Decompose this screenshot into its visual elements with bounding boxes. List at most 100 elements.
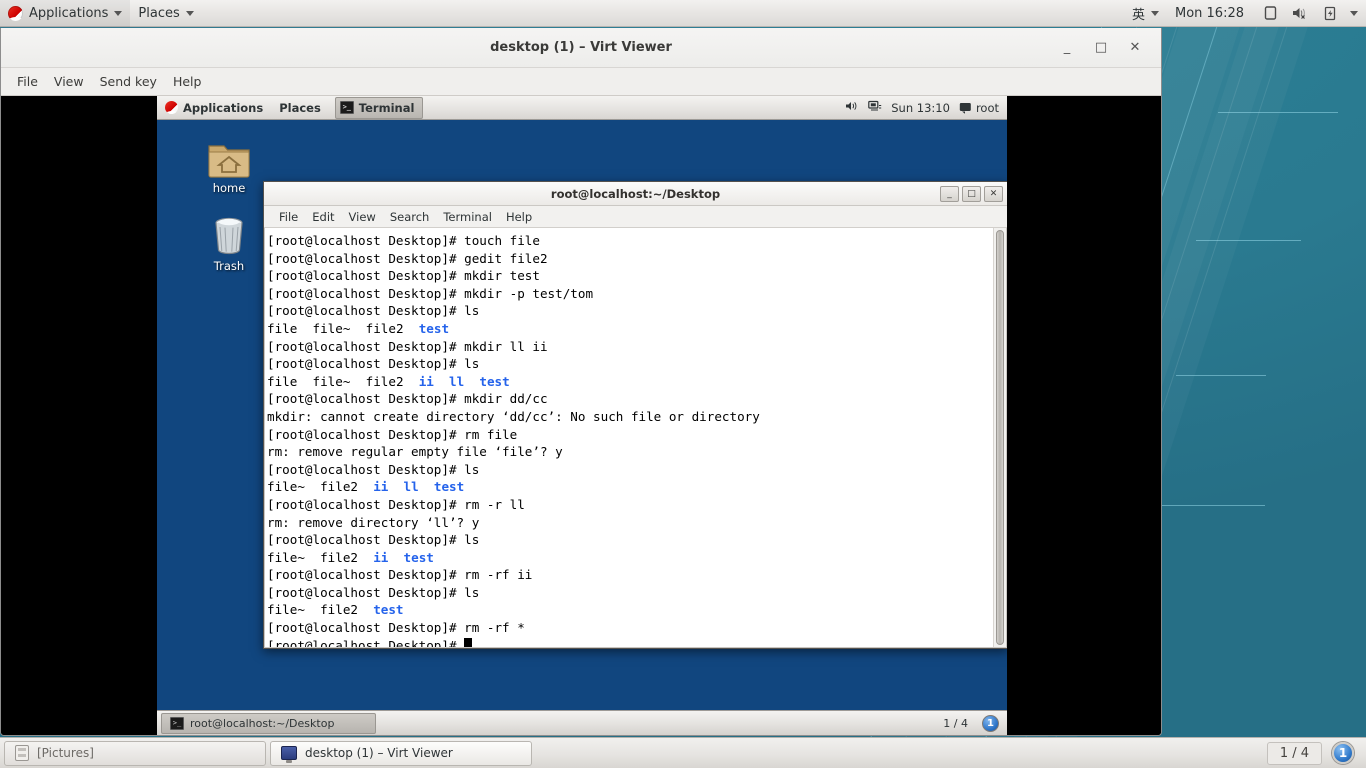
menu-view[interactable]: View [342, 208, 383, 226]
close-button[interactable]: ✕ [1127, 40, 1143, 56]
virt-viewer-menubar: File View Send key Help [1, 68, 1161, 96]
terminal-body: [root@localhost Desktop]# touch file [ro… [264, 228, 1007, 648]
host-top-panel: Applications Places 英 Mon 16:28 [0, 0, 1366, 27]
menu-terminal[interactable]: Terminal [436, 208, 499, 226]
terminal-command: ls [464, 303, 480, 319]
host-taskbar-item-label: desktop (1) – Virt Viewer [305, 746, 453, 760]
guest-user-menu[interactable]: root [959, 101, 999, 115]
terminal-dir-entry: test [373, 602, 404, 618]
terminal-file-entry: file~ [312, 320, 351, 336]
terminal-prompt: [root@localhost Desktop]# [267, 391, 465, 407]
desktop-icon-trash[interactable]: Trash [193, 210, 265, 273]
terminal-command: ls [464, 356, 480, 372]
host-taskbar-item-label: [Pictures] [37, 746, 94, 760]
terminal-command: mkdir -p test/tom [464, 285, 594, 301]
desktop-icon-label: home [212, 181, 246, 195]
network-icon[interactable] [868, 100, 882, 115]
host-taskbar-item-pictures[interactable]: [Pictures] [4, 740, 266, 766]
host-applications-menu[interactable]: Applications [0, 0, 131, 27]
terminal-command: rm file [464, 426, 518, 442]
wallpaper-accent-line [1176, 375, 1266, 376]
terminal-file-entry: file [267, 373, 298, 389]
terminal-command: mkdir test [464, 268, 540, 284]
terminal-scrollbar[interactable] [993, 228, 1006, 647]
guest-applications-menu[interactable]: Applications [157, 96, 271, 120]
virt-viewer-titlebar[interactable]: desktop (1) – Virt Viewer _ □ ✕ [1, 28, 1161, 68]
battery-charging-icon [1320, 3, 1340, 23]
terminal-file-entry: file~ [267, 549, 305, 565]
wallpaper-accent-line [1218, 112, 1338, 113]
terminal-prompt: [root@localhost Desktop]# [267, 250, 465, 266]
terminal-menubar: File Edit View Search Terminal Help [264, 206, 1007, 228]
user-icon [959, 102, 971, 114]
desktop-icon-home[interactable]: home [193, 132, 265, 195]
guest-panel-tray: Sun 13:10 root [845, 100, 1007, 115]
terminal-icon: >_ [339, 101, 354, 114]
terminal-output: mkdir: cannot create directory ‘dd/cc’: … [267, 408, 760, 424]
terminal-prompt: [root@localhost Desktop]# [267, 233, 465, 248]
terminal-prompt: [root@localhost Desktop]# [267, 338, 465, 354]
virt-viewer-window-controls: _ □ ✕ [1059, 40, 1161, 56]
guest-notification-badge[interactable]: 1 [982, 714, 999, 732]
maximize-button[interactable]: □ [1093, 40, 1109, 56]
menu-view[interactable]: View [46, 71, 92, 92]
terminal-scrollbar-thumb[interactable] [996, 230, 1004, 645]
virt-viewer-window[interactable]: desktop (1) – Virt Viewer _ □ ✕ File Vie… [0, 28, 1162, 736]
terminal-file-entry: file2 [365, 373, 404, 389]
terminal-window[interactable]: root@localhost:~/Desktop _ □ ✕ File Edit… [263, 181, 1007, 649]
host-notification-badge[interactable]: 1 [1332, 742, 1354, 764]
terminal-titlebar[interactable]: root@localhost:~/Desktop _ □ ✕ [264, 182, 1007, 206]
terminal-prompt: [root@localhost Desktop]# [267, 496, 465, 512]
guest-places-label: Places [279, 100, 321, 115]
guest-places-menu[interactable]: Places [271, 96, 329, 120]
terminal-prompt: [root@localhost Desktop]# [267, 567, 465, 583]
redhat-logo-icon [165, 101, 178, 114]
host-taskbar: [Pictures] desktop (1) – Virt Viewer 1 /… [0, 737, 1366, 768]
guest-taskbar: >_ root@localhost:~/Desktop 1 / 4 1 [157, 710, 1007, 735]
redhat-logo-icon [8, 5, 23, 21]
menu-search[interactable]: Search [383, 208, 437, 226]
terminal-prompt: [root@localhost Desktop]# [267, 356, 465, 372]
virt-viewer-guest-canvas[interactable]: Applications Places >_ Terminal Sun 13:1… [1, 96, 1161, 735]
terminal-dir-entry: ll [449, 373, 465, 389]
guest-desktop[interactable]: Applications Places >_ Terminal Sun 13:1… [157, 96, 1007, 735]
terminal-file-entry: file~ [267, 479, 305, 495]
guest-window-list-terminal[interactable]: >_ Terminal [334, 96, 424, 119]
host-input-method-indicator[interactable]: 英 [1124, 0, 1167, 27]
menu-help[interactable]: Help [165, 71, 210, 92]
host-status-tray[interactable] [1252, 0, 1366, 27]
guest-workspace-pager[interactable]: 1 / 4 [937, 716, 974, 731]
host-places-menu[interactable]: Places [130, 0, 201, 27]
monitor-icon [281, 746, 297, 763]
home-folder-icon [193, 132, 265, 178]
terminal-dir-entry: ii [418, 373, 434, 389]
volume-icon[interactable] [845, 100, 859, 115]
host-taskbar-item-virt-viewer[interactable]: desktop (1) – Virt Viewer [270, 740, 532, 766]
menu-file[interactable]: File [272, 208, 305, 226]
host-workspace-pager[interactable]: 1 / 4 [1266, 741, 1322, 765]
guest-applications-label: Applications [183, 100, 264, 115]
terminal-prompt: [root@localhost Desktop]# [267, 426, 465, 442]
guest-clock-label[interactable]: Sun 13:10 [891, 101, 950, 115]
wallpaper-accent-line [1196, 240, 1301, 241]
menu-send-key[interactable]: Send key [92, 71, 165, 92]
minimize-button[interactable]: _ [1059, 40, 1075, 56]
host-panel-tray: 英 Mon 16:28 [1124, 0, 1366, 27]
terminal-command: ls [464, 584, 480, 600]
terminal-file-entry: file~ [312, 373, 351, 389]
terminal-command: ls [464, 532, 480, 548]
host-clock[interactable]: Mon 16:28 [1167, 0, 1252, 27]
menu-help[interactable]: Help [499, 208, 539, 226]
menu-file[interactable]: File [9, 71, 46, 92]
close-button[interactable]: ✕ [984, 185, 1003, 202]
terminal-screen[interactable]: [root@localhost Desktop]# touch file [ro… [265, 228, 993, 647]
terminal-dir-entry: test [418, 320, 450, 336]
guest-taskbar-item-terminal[interactable]: >_ root@localhost:~/Desktop [161, 712, 376, 734]
maximize-button[interactable]: □ [962, 185, 981, 202]
trash-icon [193, 210, 265, 256]
minimize-button[interactable]: _ [940, 185, 959, 202]
menu-edit[interactable]: Edit [305, 208, 341, 226]
chevron-down-icon [185, 10, 194, 16]
terminal-cursor [464, 637, 472, 647]
host-clock-label: Mon 16:28 [1174, 5, 1244, 21]
